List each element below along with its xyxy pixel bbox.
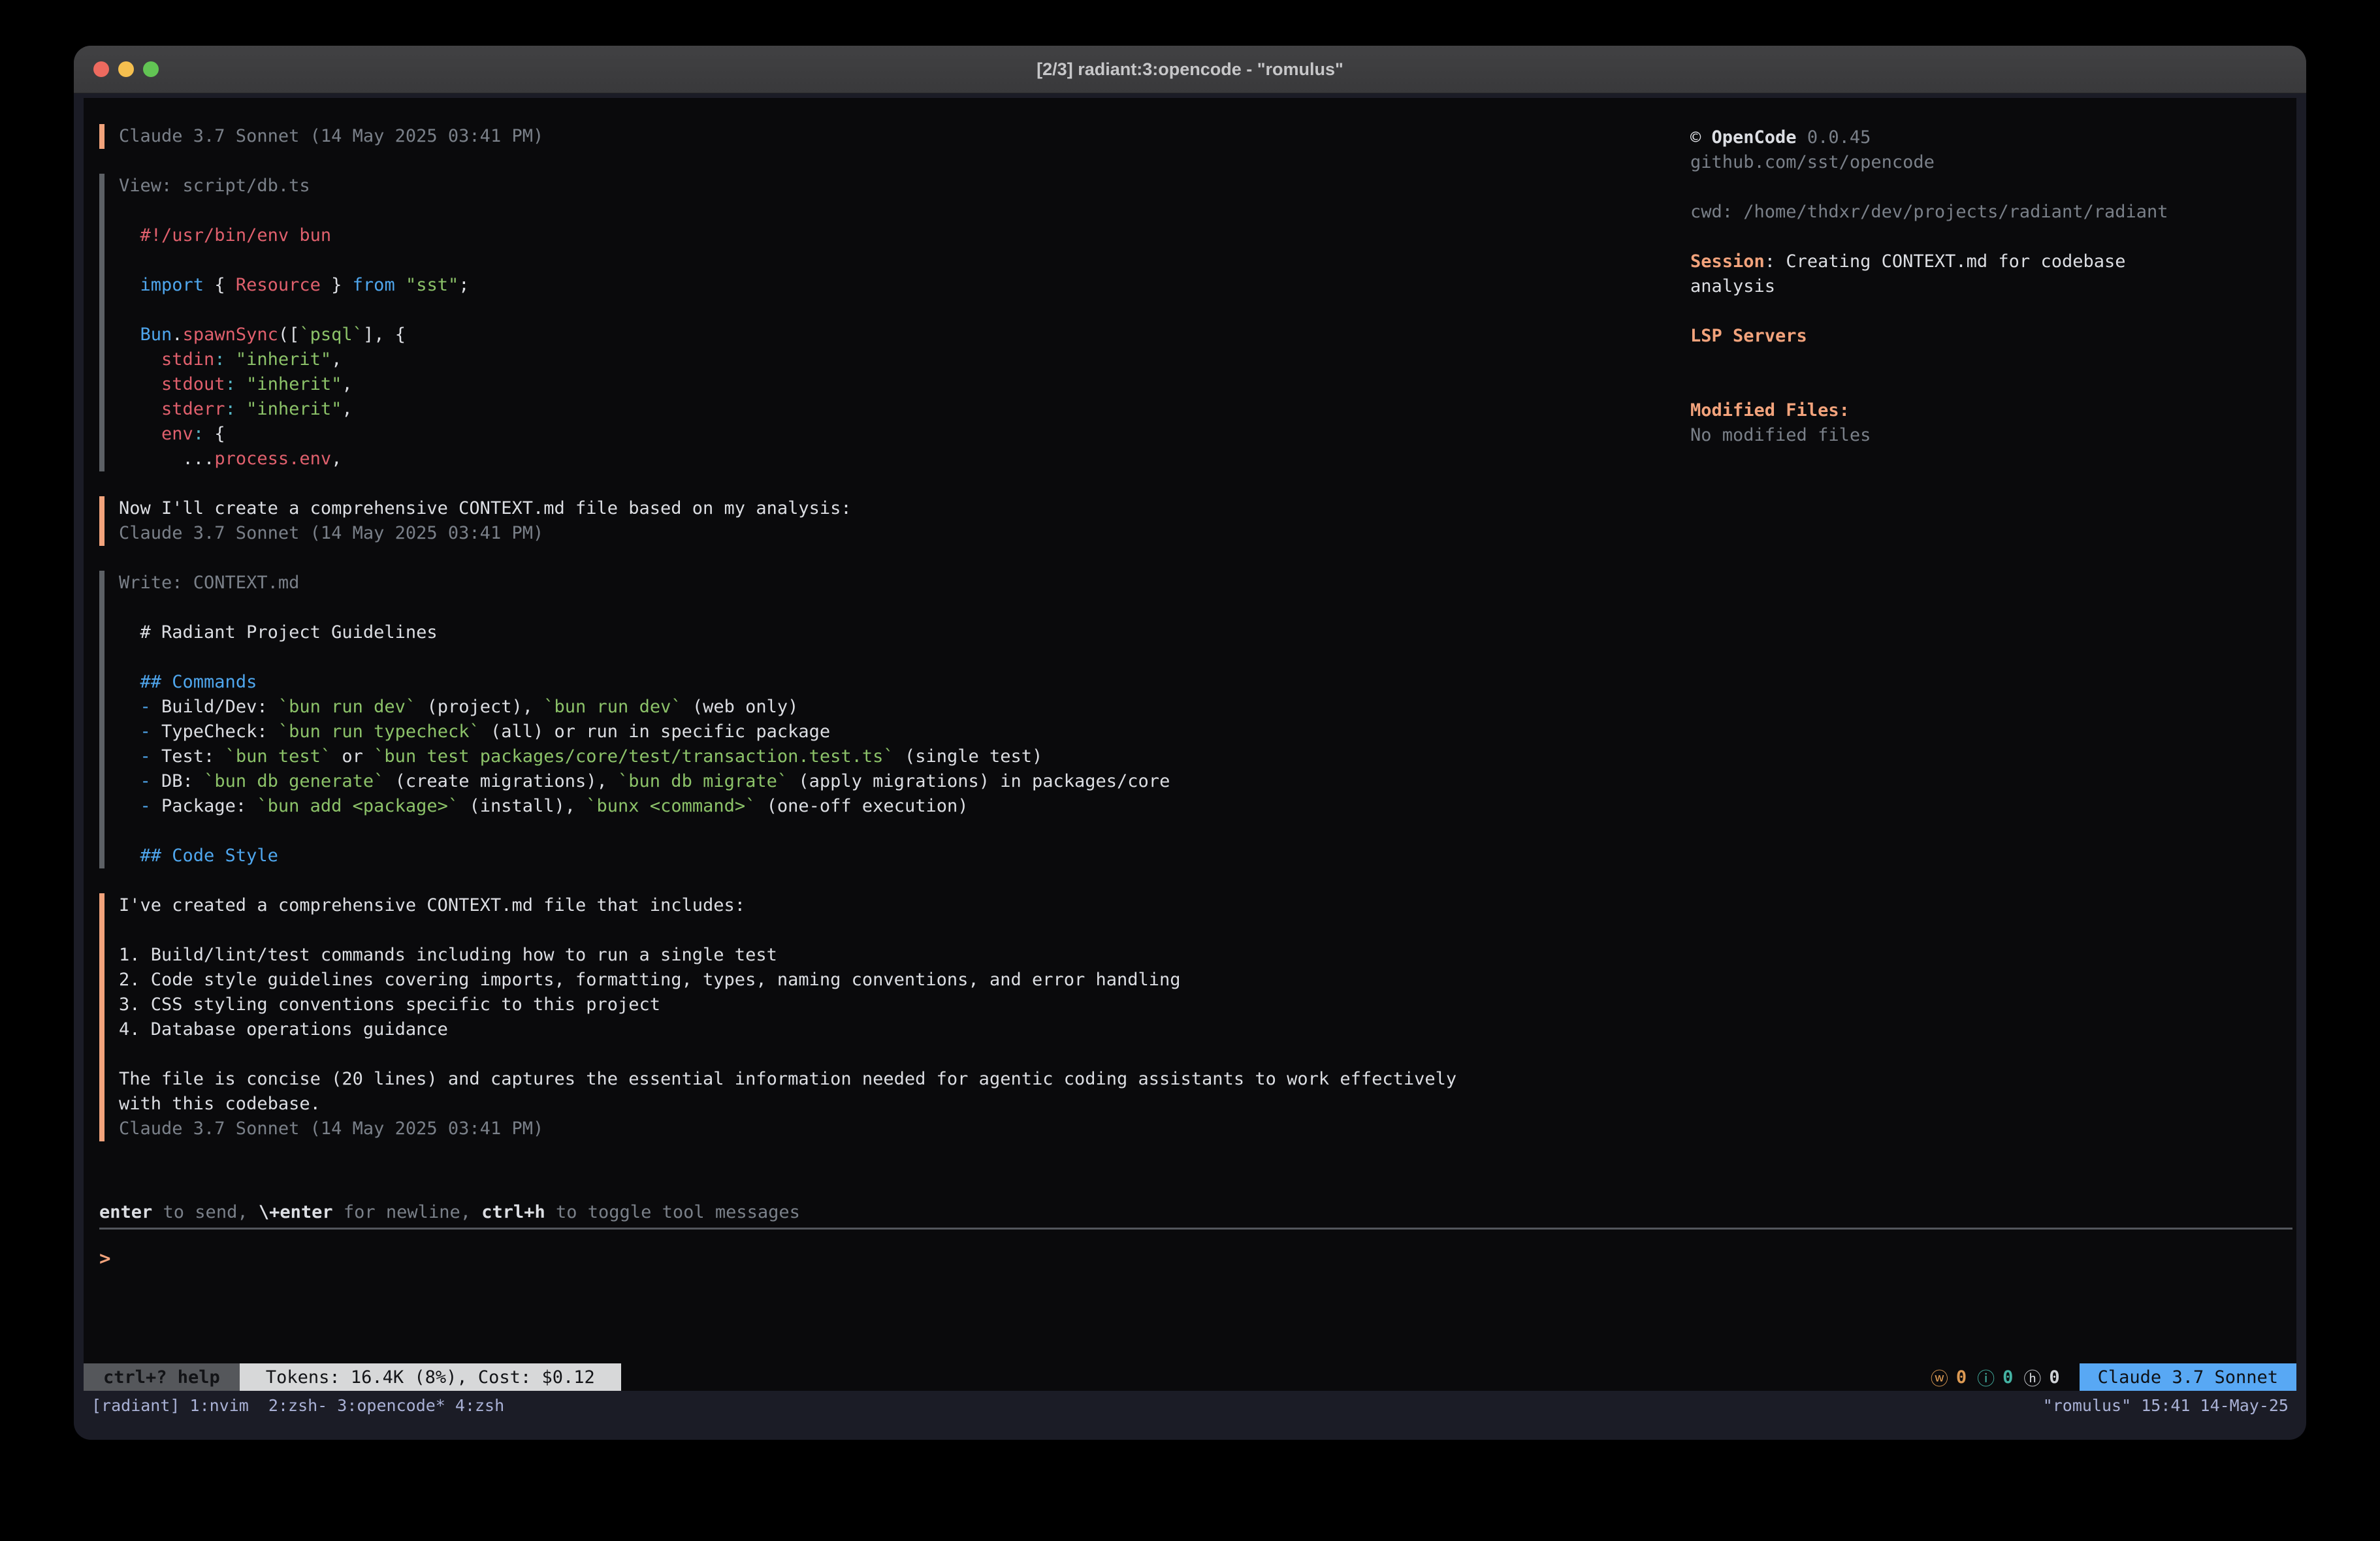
sidebar-line: © OpenCode 0.0.45 [1690,125,2281,150]
chat-line: Write: CONTEXT.md [119,571,1680,596]
keybinding-help: enter to send, \+enter for newline, ctrl… [99,1200,800,1225]
chat-line [119,819,1680,844]
opencode-pane: Claude 3.7 Sonnet (14 May 2025 03:41 PM)… [84,98,2296,1391]
status-bar: ctrl+? help Tokens: 16.4K (8%), Cost: $0… [84,1363,2296,1391]
sidebar-line: github.com/sst/opencode [1690,150,2281,175]
prompt-row: > [99,1246,906,1271]
diagnostic-warning-icon: ⓦ0 [1931,1365,1967,1390]
chat-line: # Radiant Project Guidelines [119,620,1680,645]
message-accent-bar [99,496,105,546]
chat-line [119,918,1680,943]
message-accent-bar [99,571,105,868]
tokens-cost-label: Tokens: 16.4K (8%), Cost: $0.12 [266,1367,595,1388]
tokens-cost-segment: Tokens: 16.4K (8%), Cost: $0.12 [240,1363,621,1391]
chat-line: - TypeCheck: `bun run typecheck` (all) o… [119,720,1680,744]
sidebar-line: Modified Files: [1690,398,2281,423]
diagnostic-count: 0 [1956,1367,1967,1388]
chat-line: View: script/db.ts [119,174,1680,199]
window-titlebar[interactable]: [2/3] radiant:3:opencode - "romulus" [74,46,2306,93]
chat-line: 3. CSS styling conventions specific to t… [119,993,1680,1017]
message-lines: I've created a comprehensive CONTEXT.md … [119,893,1680,1141]
tool-write-block: Write: CONTEXT.md # Radiant Project Guid… [99,571,1680,868]
terminal-window: [2/3] radiant:3:opencode - "romulus" Cla… [74,46,2306,1440]
chat-line: - Package: `bun add <package>` (install)… [119,794,1680,819]
sidebar-line [1690,299,2281,324]
prompt-input[interactable] [122,1246,906,1271]
diagnostic-count: 0 [2002,1367,2013,1388]
diagnostics-group: ⓦ0ⓘ0ⓗ0 [1931,1363,2060,1391]
chat-line: I've created a comprehensive CONTEXT.md … [119,893,1680,918]
sidebar-line [1690,349,2281,373]
chat-line: stdout: "inherit", [119,372,1680,397]
chat-line [119,645,1680,670]
tool-view-block: View: script/db.ts #!/usr/bin/env bun im… [99,174,1680,471]
chat-history[interactable]: Claude 3.7 Sonnet (14 May 2025 03:41 PM)… [99,124,1680,1141]
sidebar-line: LSP Servers [1690,324,2281,349]
help-shortcut-label: ctrl+? help [103,1367,220,1388]
chat-line: - Build/Dev: `bun run dev` (project), `b… [119,695,1680,720]
chat-line: The file is concise (20 lines) and captu… [119,1067,1680,1092]
assistant-message: I've created a comprehensive CONTEXT.md … [99,893,1680,1141]
message-lines: Claude 3.7 Sonnet (14 May 2025 03:41 PM) [119,124,1680,149]
chat-line: 1. Build/lint/test commands including ho… [119,943,1680,968]
message-lines: Now I'll create a comprehensive CONTEXT.… [119,496,1680,546]
prompt-symbol: > [99,1246,122,1271]
sidebar-line: No modified files [1690,423,2281,448]
window-title: [2/3] radiant:3:opencode - "romulus" [74,46,2306,93]
chat-line: 4. Database operations guidance [119,1017,1680,1042]
session-sidebar: © OpenCode 0.0.45github.com/sst/opencode… [1690,125,2281,448]
info-icon: ⓘ [1977,1365,1995,1390]
hint-icon: ⓗ [2023,1365,2041,1390]
message-accent-bar [99,174,105,471]
input-divider [99,1228,2292,1230]
chat-line: import { Resource } from "sst"; [119,273,1680,298]
chat-line [119,199,1680,223]
sidebar-line: analysis [1690,274,2281,299]
chat-line: Claude 3.7 Sonnet (14 May 2025 03:41 PM) [119,521,1680,546]
help-shortcut-segment: ctrl+? help [84,1363,240,1391]
chat-line: Now I'll create a comprehensive CONTEXT.… [119,496,1680,521]
chat-line: with this codebase. [119,1092,1680,1117]
sidebar-line [1690,175,2281,200]
chat-line: Claude 3.7 Sonnet (14 May 2025 03:41 PM) [119,1117,1680,1141]
chat-line [119,596,1680,620]
chat-line: - DB: `bun db generate` (create migratio… [119,769,1680,794]
message-lines: View: script/db.ts #!/usr/bin/env bun im… [119,174,1680,471]
statusbar-spacer [621,1363,1931,1391]
chat-line: stderr: "inherit", [119,397,1680,422]
diagnostic-info-icon: ⓘ0 [1977,1365,2013,1390]
chat-line: env: { [119,422,1680,447]
sidebar-line: Session: Creating CONTEXT.md for codebas… [1690,249,2281,274]
warning-icon: ⓦ [1931,1365,1948,1390]
chat-line: 2. Code style guidelines covering import… [119,968,1680,993]
chat-line: #!/usr/bin/env bun [119,223,1680,248]
sidebar-line: cwd: /home/thdxr/dev/projects/radiant/ra… [1690,200,2281,225]
tmux-session-windows[interactable]: [radiant] 1:nvim 2:zsh- 3:opencode* 4:zs… [91,1391,504,1421]
model-badge: Claude 3.7 Sonnet [2080,1363,2296,1391]
diagnostic-hint-icon: ⓗ0 [2023,1365,2059,1390]
chat-line [119,298,1680,323]
chat-line: - Test: `bun test` or `bun test packages… [119,744,1680,769]
message-lines: Write: CONTEXT.md # Radiant Project Guid… [119,571,1680,868]
chat-line [119,1042,1680,1067]
chat-line: Bun.spawnSync([`psql`], { [119,323,1680,347]
message-accent-bar [99,893,105,1141]
chat-line [119,248,1680,273]
assistant-message: Now I'll create a comprehensive CONTEXT.… [99,496,1680,546]
chat-line: ## Code Style [119,844,1680,868]
chat-line: stdin: "inherit", [119,347,1680,372]
sidebar-line [1690,225,2281,249]
diagnostic-count: 0 [2049,1367,2059,1388]
sidebar-line [1690,373,2281,398]
tmux-status-bar: [radiant] 1:nvim 2:zsh- 3:opencode* 4:zs… [84,1391,2296,1421]
message-accent-bar [99,124,105,149]
chat-line: Claude 3.7 Sonnet (14 May 2025 03:41 PM) [119,124,1680,149]
assistant-message-header: Claude 3.7 Sonnet (14 May 2025 03:41 PM) [99,124,1680,149]
chat-line: ...process.env, [119,447,1680,471]
tmux-host-clock: "romulus" 15:41 14-May-25 [2043,1391,2289,1421]
chat-line: ## Commands [119,670,1680,695]
